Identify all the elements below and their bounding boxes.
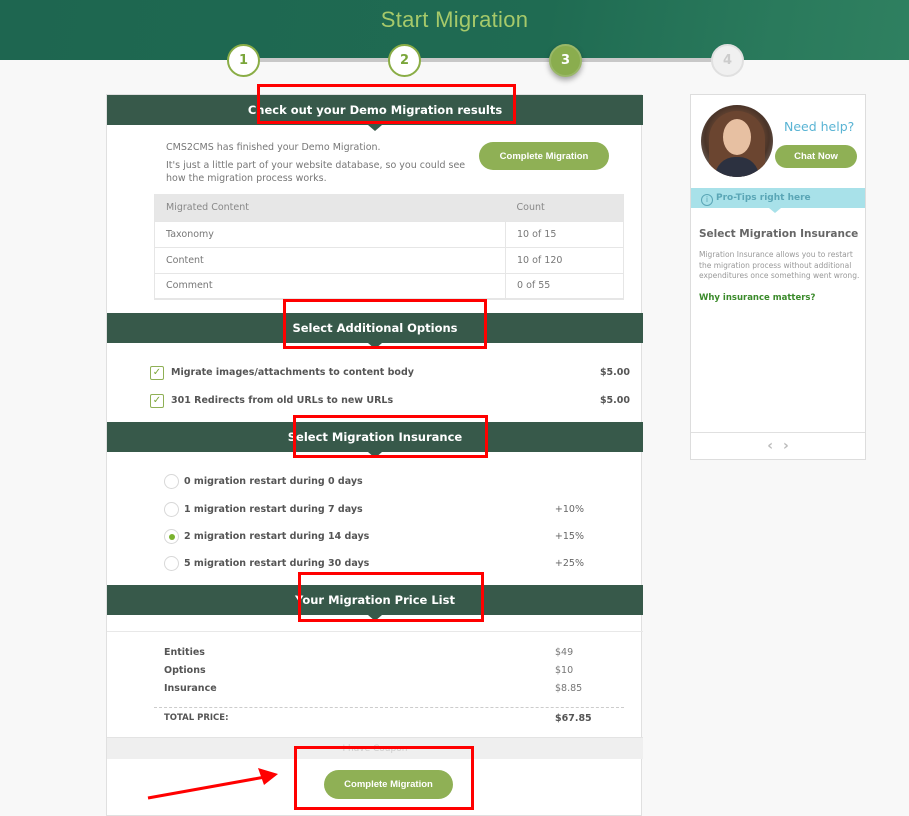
insurance-label: 0 migration restart during 0 days [184,476,363,487]
need-help-label: Need help? [784,119,855,134]
support-agent-avatar [701,105,773,177]
step-2[interactable]: 2 [388,44,421,77]
annotation-arrow-icon [147,768,278,800]
insurance-option-2[interactable]: 2 migration restart during 14 days +15% [164,529,584,545]
radio-unselected-icon[interactable] [164,556,179,571]
content-cell: Taxonomy [154,220,506,248]
demo-intro-line1: CMS2CMS has finished your Demo Migration… [166,142,381,153]
price-value: $49 [555,647,574,658]
insurance-label: 5 migration restart during 30 days [184,558,370,569]
annotation-box-price-list [298,572,484,622]
count-cell: 10 of 15 [505,220,624,248]
table-row: Content 10 of 120 [154,246,624,274]
insurance-option-3[interactable]: 5 migration restart during 30 days +25% [164,556,584,572]
migrated-content-table: Migrated Content Count Taxonomy 10 of 15… [154,194,624,300]
option-images[interactable]: ✓ Migrate images/attachments to content … [150,366,630,382]
insurance-percent: +10% [554,504,584,515]
option-redirects[interactable]: ✓ 301 Redirects from old URLs to new URL… [150,394,630,410]
page-title: Start Migration [380,7,529,32]
radio-selected-icon[interactable] [164,529,179,544]
chat-now-button[interactable]: Chat Now [775,145,857,168]
checkbox-checked-icon[interactable]: ✓ [150,394,164,408]
checkbox-checked-icon[interactable]: ✓ [150,366,164,380]
content-cell: Comment [154,272,506,300]
demo-intro-line2: It's just a little part of your website … [166,160,466,184]
step-4: 4 [711,44,744,77]
table-row: Comment 0 of 55 [154,272,624,300]
step-3[interactable]: 3 [549,44,582,77]
annotation-box-insurance [293,415,488,458]
tip-text: Migration Insurance allows you to restar… [699,250,860,280]
price-value: $8.85 [555,683,583,694]
complete-migration-button-top[interactable]: Complete Migration [479,142,609,170]
annotation-box-demo-results [257,84,516,124]
price-value: $10 [555,665,574,676]
insurance-option-0[interactable]: 0 migration restart during 0 days [164,474,584,490]
radio-unselected-icon[interactable] [164,502,179,517]
radio-unselected-icon[interactable] [164,474,179,489]
option-label: 301 Redirects from old URLs to new URLs [171,395,394,406]
page-header: Start Migration [0,0,909,60]
insurance-label: 2 migration restart during 14 days [184,531,370,542]
why-insurance-link[interactable]: Why insurance matters? [699,293,815,303]
total-divider [154,707,624,708]
column-header-content: Migrated Content [154,194,506,221]
insurance-option-1[interactable]: 1 migration restart during 7 days +10% [164,502,584,518]
divider [107,631,643,632]
price-label: Insurance [164,683,217,694]
annotation-box-additional-options [283,299,487,349]
help-sidebar: Need help? Chat Now i Pro-Tips right here… [690,94,866,460]
chevron-left-icon[interactable]: ‹ [767,438,773,454]
column-header-count: Count [505,194,624,221]
tip-title: Select Migration Insurance [699,228,859,240]
total-value: $67.85 [555,713,592,724]
stepper-track [243,58,728,62]
chevron-right-icon[interactable]: › [783,438,789,454]
insurance-label: 1 migration restart during 7 days [184,504,363,515]
step-1[interactable]: 1 [227,44,260,77]
price-label: Options [164,665,206,676]
tip-pager: ‹ › [691,432,865,460]
insurance-percent: +15% [554,531,584,542]
pro-tips-label: Pro-Tips right here [716,193,811,203]
annotation-box-complete-button [294,746,474,810]
count-cell: 0 of 55 [505,272,624,300]
count-cell: 10 of 120 [505,246,624,274]
info-icon: i [701,194,713,206]
total-label: TOTAL PRICE: [164,713,229,723]
price-label: Entities [164,647,205,658]
table-row: Taxonomy 10 of 15 [154,220,624,248]
pro-tips-bar: i Pro-Tips right here [691,188,865,213]
content-cell: Content [154,246,506,274]
option-label: Migrate images/attachments to content bo… [171,367,414,378]
option-price: $5.00 [599,395,630,406]
insurance-percent: +25% [554,558,584,569]
option-price: $5.00 [599,367,630,378]
